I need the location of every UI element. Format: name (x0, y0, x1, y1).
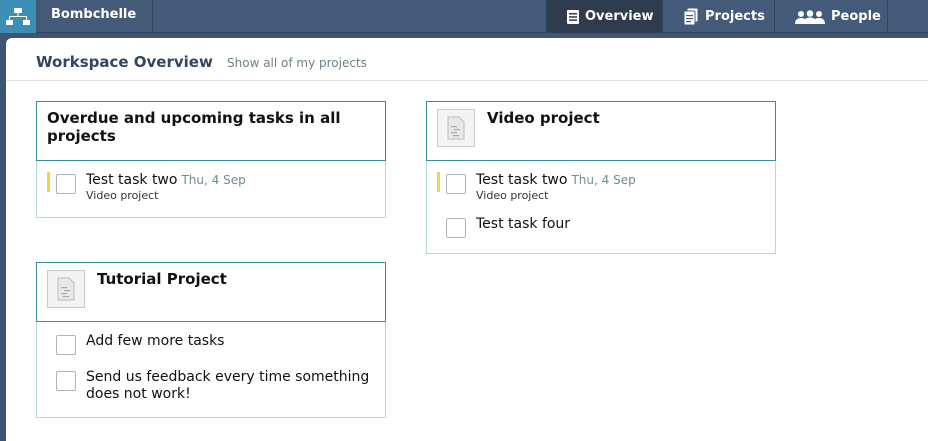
task-name[interactable]: Test task two Thu, 4 Sep (86, 172, 246, 189)
show-all-projects-link[interactable]: Show all of my projects (227, 56, 367, 70)
tab-projects[interactable]: Projects (662, 0, 774, 33)
main-panel: Workspace Overview Show all of my projec… (6, 38, 928, 441)
documents-icon (683, 7, 699, 25)
task-checkbox[interactable] (56, 335, 76, 355)
project-document-icon (447, 116, 465, 140)
card-title: Overdue and upcoming tasks in all projec… (47, 109, 341, 145)
task-date: Thu, 4 Sep (571, 173, 636, 187)
due-marker (47, 172, 50, 192)
workspace-selector[interactable]: Bombchelle (36, 0, 153, 33)
task-checkbox[interactable] (446, 174, 466, 194)
card-title[interactable]: Video project (487, 109, 600, 127)
tutorial-project-card: Tutorial Project Add few more tasks Send… (36, 262, 386, 418)
tab-projects-label: Projects (705, 9, 765, 24)
tab-people[interactable]: People (774, 0, 888, 33)
task-name[interactable]: Test task four (476, 216, 570, 233)
people-icon (795, 9, 825, 24)
task-item: Test task four (427, 216, 775, 240)
app-logo[interactable] (0, 0, 36, 33)
card-header: Tutorial Project (36, 262, 386, 322)
top-bar: Bombchelle Overview Projects People (0, 0, 928, 33)
video-project-card: Video project Test task two Thu, 4 Sep Vi… (426, 101, 776, 254)
page-header: Workspace Overview Show all of my projec… (6, 38, 928, 81)
project-thumbnail[interactable] (437, 109, 475, 147)
task-name[interactable]: Test task two Thu, 4 Sep (476, 172, 636, 189)
task-checkbox[interactable] (56, 174, 76, 194)
tab-overview-label: Overview (585, 9, 654, 24)
org-chart-icon (6, 7, 30, 25)
task-item: Add few more tasks (37, 333, 385, 357)
task-item: Test task two Thu, 4 Sep Video project (427, 172, 775, 204)
task-date: Thu, 4 Sep (181, 173, 246, 187)
card-header: Overdue and upcoming tasks in all projec… (36, 101, 386, 161)
project-thumbnail[interactable] (47, 270, 85, 308)
tab-overview[interactable]: Overview (546, 0, 662, 33)
card-header: Video project (426, 101, 776, 161)
task-checkbox[interactable] (56, 371, 76, 391)
list-icon (567, 9, 579, 24)
task-project[interactable]: Video project (476, 189, 549, 202)
project-document-icon (57, 277, 75, 301)
task-name[interactable]: Send us feedback every time something do… (86, 369, 376, 403)
card-title[interactable]: Tutorial Project (97, 270, 227, 288)
task-item: Send us feedback every time something do… (37, 369, 385, 405)
task-project[interactable]: Video project (86, 189, 159, 202)
task-checkbox[interactable] (446, 218, 466, 238)
overdue-tasks-card: Overdue and upcoming tasks in all projec… (36, 101, 386, 218)
tab-people-label: People (831, 9, 881, 24)
task-item: Test task two Thu, 4 Sep Video project (37, 172, 385, 204)
page-title: Workspace Overview (36, 53, 213, 71)
due-marker (437, 172, 440, 192)
task-name[interactable]: Add few more tasks (86, 333, 224, 350)
